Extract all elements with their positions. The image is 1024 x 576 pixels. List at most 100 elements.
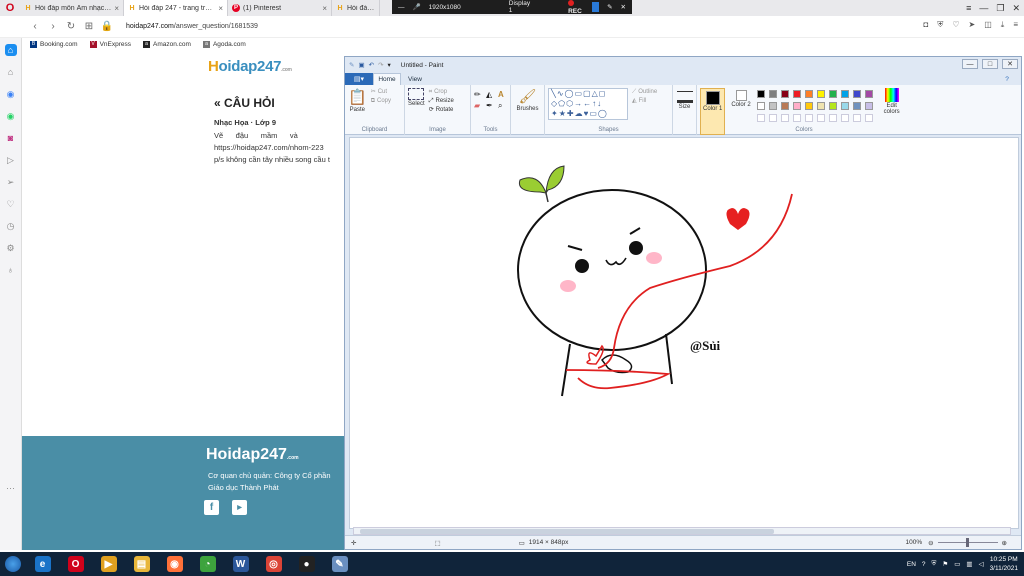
palette-swatch[interactable] [792, 90, 801, 98]
send-sidebar-icon[interactable]: ➢ [5, 176, 17, 188]
tab-close-icon[interactable]: × [218, 4, 223, 13]
save-icon[interactable]: ▣ [358, 61, 364, 69]
palette-swatch[interactable] [864, 102, 873, 110]
volume-icon[interactable]: ◁ [979, 560, 984, 568]
tab-home[interactable]: Home [373, 73, 401, 85]
settings-icon[interactable]: ⚙ [5, 242, 17, 254]
palette-swatch[interactable] [816, 90, 825, 98]
pencil-icon[interactable]: ✏ [474, 90, 484, 99]
custom-color-slot[interactable] [792, 114, 801, 122]
clock[interactable]: 10:25 PM 3/11/2021 [990, 555, 1018, 573]
minimize-recorder-icon[interactable]: — [398, 4, 405, 11]
recorder-display[interactable]: Display 1 [509, 0, 530, 14]
taskbar-app[interactable]: ◉ [158, 552, 191, 576]
help-icon[interactable]: ? [993, 73, 1021, 85]
opera-menu-icon[interactable]: O [0, 0, 20, 16]
pause-icon[interactable] [591, 2, 600, 12]
size-button[interactable]: Size [676, 88, 693, 110]
browser-tab[interactable]: H Hỏi đáp 247 - trang trả lời × [124, 0, 228, 16]
battery-icon[interactable]: ▭ [954, 560, 960, 568]
forward-icon[interactable]: › [46, 21, 60, 32]
palette-swatch[interactable] [768, 90, 777, 98]
crop-button[interactable]: ⌗ Crop [429, 88, 454, 97]
rotate-button[interactable]: ⟳ Rotate [429, 106, 454, 115]
palette-swatch[interactable] [840, 90, 849, 98]
site-logo[interactable]: Hoidap247.com [208, 58, 292, 75]
player-icon[interactable]: ▷ [5, 154, 17, 166]
palette-swatch[interactable] [768, 102, 777, 110]
language-indicator[interactable]: EN [907, 561, 916, 568]
eraser-icon[interactable]: ▰ [474, 101, 484, 111]
zoom-slider[interactable] [937, 538, 998, 547]
browser-tab[interactable]: H Hỏi đáp 24 [332, 0, 380, 16]
custom-color-slot[interactable] [852, 114, 861, 122]
palette-swatch[interactable] [852, 102, 861, 110]
instagram-icon[interactable]: ◙ [5, 132, 17, 144]
close-recorder-icon[interactable]: ✕ [621, 3, 626, 11]
palette-swatch[interactable] [840, 102, 849, 110]
paint-app-icon[interactable]: ✎ [349, 61, 354, 69]
shield-icon[interactable]: ⛨ [937, 20, 943, 30]
palette-swatch[interactable] [864, 90, 873, 98]
taskbar-app[interactable]: ▤ [125, 552, 158, 576]
home-grid-icon[interactable]: ⊞ [82, 21, 96, 32]
close-icon[interactable]: ✕ [1012, 3, 1020, 14]
bookmark-item[interactable]: B Booking.com [30, 40, 78, 48]
snapshot-icon[interactable]: ◫ [984, 20, 992, 30]
palette-swatch[interactable] [804, 102, 813, 110]
taskbar-app[interactable]: ◔ [191, 552, 224, 576]
text-icon[interactable]: A [498, 90, 508, 99]
scroll-thumb[interactable] [360, 529, 774, 534]
taskbar-app[interactable]: ● [290, 552, 323, 576]
bookmark-item[interactable]: a Agoda.com [202, 40, 246, 48]
horizontal-scrollbar[interactable] [353, 527, 1011, 535]
network-icon[interactable]: ▥ [966, 560, 972, 568]
paint-maximize-icon[interactable]: □ [982, 59, 998, 69]
palette-swatch[interactable] [780, 90, 789, 98]
magnifier-icon[interactable]: ⌕ [498, 101, 508, 111]
color-picker-icon[interactable]: ✒ [486, 101, 496, 111]
zoom-out-icon[interactable]: ⊖ [928, 539, 933, 547]
custom-color-slot[interactable] [780, 114, 789, 122]
download-icon[interactable]: ⤓ [1001, 20, 1005, 30]
youtube-icon[interactable]: ▶ [232, 500, 247, 515]
menu-icon[interactable]: ≡ [966, 3, 971, 13]
bookmark-item[interactable]: V VnExpress [89, 40, 131, 48]
custom-color-slot[interactable] [864, 114, 873, 122]
quick-access-icon[interactable]: ▾ [388, 61, 391, 69]
mic-icon[interactable]: 🎤 [413, 3, 421, 11]
copy-button[interactable]: ⧉ Copy [371, 97, 391, 106]
undo-icon[interactable]: ↶ [369, 61, 374, 69]
browser-tab[interactable]: P (1) Pinterest × [228, 0, 332, 16]
minimize-icon[interactable]: — [979, 3, 988, 13]
palette-swatch[interactable] [828, 102, 837, 110]
redo-icon[interactable]: ↷ [378, 61, 383, 69]
restore-icon[interactable]: ❐ [996, 3, 1004, 14]
menu-lines-icon[interactable]: ≡ [1013, 20, 1018, 30]
taskbar-app[interactable]: ▶ [92, 552, 125, 576]
fill-bucket-icon[interactable]: ◭ [486, 90, 496, 99]
recorder-resolution[interactable]: 1920x1080 [429, 4, 461, 11]
palette-swatch[interactable] [780, 102, 789, 110]
taskbar-app[interactable]: ✎ [323, 552, 356, 576]
brushes-button[interactable]: 🖌 Brushes [514, 88, 541, 112]
shield-tray-icon[interactable]: ⛨ [932, 560, 937, 568]
palette-swatch[interactable] [852, 90, 861, 98]
custom-color-slot[interactable] [804, 114, 813, 122]
tab-view[interactable]: View [401, 73, 429, 85]
back-icon[interactable]: ‹ [28, 21, 42, 32]
paint-canvas[interactable]: @Sủi [349, 137, 1019, 529]
custom-color-slot[interactable] [756, 114, 765, 122]
bookmark-item[interactable]: a Amazon.com [143, 40, 191, 48]
file-menu-button[interactable]: ▤▾ [345, 73, 373, 85]
paint-close-icon[interactable]: ✕ [1002, 59, 1018, 69]
speed-dial-icon[interactable]: ⌂ [4, 44, 17, 56]
taskbar-app[interactable]: O [59, 552, 92, 576]
history-icon[interactable]: ◷ [5, 220, 17, 232]
send-icon[interactable]: ➤ [969, 20, 976, 30]
help-tray-icon[interactable]: ? [922, 561, 926, 568]
taskbar-app[interactable]: W [224, 552, 257, 576]
tab-close-icon[interactable]: × [114, 4, 119, 13]
facebook-icon[interactable]: f [204, 500, 219, 515]
palette-swatch[interactable] [756, 102, 765, 110]
